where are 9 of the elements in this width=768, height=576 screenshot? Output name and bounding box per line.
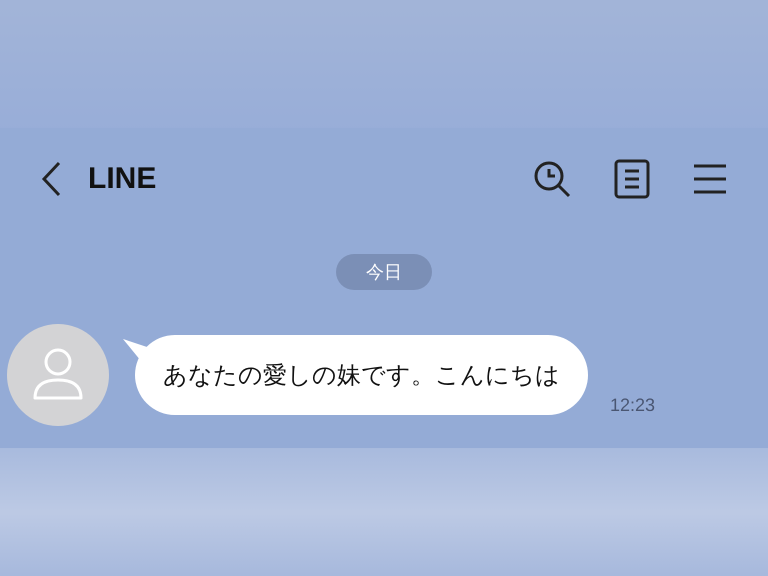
chat-title: LINE — [88, 162, 158, 196]
date-label: 今日 — [336, 254, 432, 290]
search-icon[interactable] — [532, 159, 572, 199]
menu-icon[interactable] — [692, 163, 728, 195]
message-time: 12:23 — [610, 395, 656, 416]
avatar-icon — [7, 324, 109, 426]
back-icon[interactable] — [40, 161, 62, 197]
message-text: あなたの愛しの妹です。こんにちは — [163, 361, 560, 389]
document-icon[interactable] — [614, 159, 650, 199]
